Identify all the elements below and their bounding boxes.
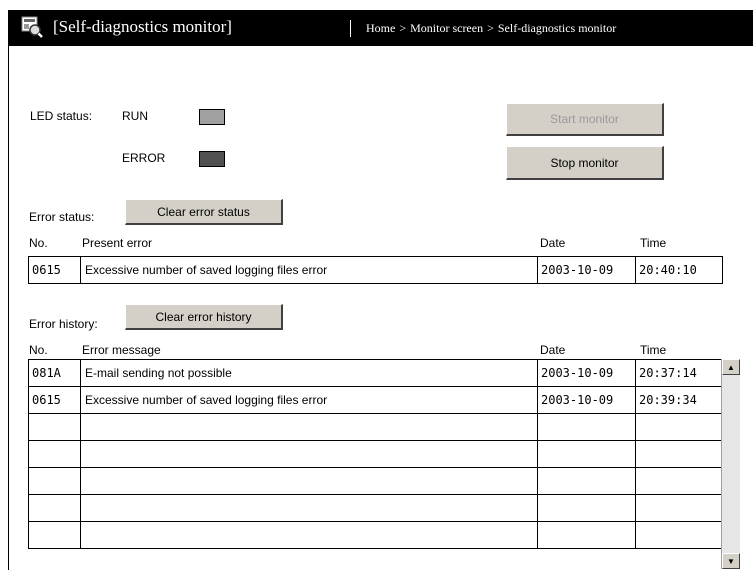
- history-time-cell: 20:37:14: [635, 359, 723, 387]
- table-row[interactable]: [28, 413, 723, 441]
- column-header-no: No.: [29, 343, 48, 357]
- history-date-cell: 2003-10-09: [537, 359, 636, 387]
- column-header-time: Time: [640, 343, 667, 357]
- history-date-cell: [537, 521, 636, 549]
- scroll-down-button[interactable]: ▼: [722, 553, 740, 569]
- title-divider: [350, 20, 351, 37]
- history-no-cell: [28, 440, 81, 468]
- error-history-label: Error history:: [29, 317, 98, 331]
- column-header-present-error: Present error: [82, 236, 153, 250]
- error-status-label: Error status:: [29, 210, 95, 224]
- led-error-indicator: [199, 151, 225, 167]
- title-bar: [Self-diagnostics monitor] Home > Monitor …: [8, 10, 753, 46]
- history-date-cell: [537, 440, 636, 468]
- history-time-cell: 20:39:34: [635, 386, 723, 414]
- history-date-cell: [537, 467, 636, 495]
- column-header-error-message: Error message: [82, 343, 161, 357]
- column-header-time: Time: [640, 236, 667, 250]
- column-header-no: No.: [29, 236, 48, 250]
- history-time-cell: [635, 521, 723, 549]
- history-no-cell: 0615: [28, 386, 81, 414]
- error-history-scrollbar[interactable]: ▲ ▼: [721, 359, 740, 569]
- page-title: [Self-diagnostics monitor]: [53, 17, 232, 36]
- history-date-cell: [537, 413, 636, 441]
- column-header-date: Date: [540, 343, 566, 357]
- history-date-cell: [537, 494, 636, 522]
- start-monitor-button[interactable]: Start monitor: [506, 103, 664, 136]
- breadcrumb: Home > Monitor screen > Self-diagnostics mon…: [366, 21, 616, 36]
- history-message-cell: [80, 413, 538, 441]
- led-error-label: ERROR: [122, 151, 166, 165]
- table-row[interactable]: [28, 521, 723, 549]
- table-row[interactable]: [28, 494, 723, 522]
- stop-monitor-button[interactable]: Stop monitor: [506, 146, 664, 180]
- history-message-cell: [80, 521, 538, 549]
- history-no-cell: [28, 413, 81, 441]
- table-row[interactable]: 0615 Excessive number of saved logging f…: [28, 386, 723, 414]
- history-no-cell: [28, 467, 81, 495]
- breadcrumb-separator: >: [399, 21, 407, 35]
- clear-error-status-button[interactable]: Clear error status: [125, 199, 283, 225]
- table-row[interactable]: [28, 467, 723, 495]
- column-header-date: Date: [540, 236, 566, 250]
- history-time-cell: [635, 440, 723, 468]
- history-no-cell: 081A: [28, 359, 81, 387]
- clear-error-history-button[interactable]: Clear error history: [125, 304, 283, 330]
- history-date-cell: 2003-10-09: [537, 386, 636, 414]
- error-time-cell: 20:40:10: [635, 256, 723, 284]
- frame-left-border: [8, 46, 9, 570]
- present-error-table: 0615 Excessive number of saved logging f…: [28, 256, 723, 284]
- led-run-indicator: [199, 109, 225, 125]
- table-row[interactable]: 081A E-mail sending not possible 2003-10…: [28, 359, 723, 387]
- arrow-down-icon: ▼: [727, 556, 735, 566]
- history-message-cell: [80, 494, 538, 522]
- monitor-search-icon: [21, 16, 43, 38]
- history-message-cell: Excessive number of saved logging files …: [80, 386, 538, 414]
- history-message-cell: E-mail sending not possible: [80, 359, 538, 387]
- history-no-cell: [28, 494, 81, 522]
- history-no-cell: [28, 521, 81, 549]
- scroll-up-button[interactable]: ▲: [722, 359, 740, 375]
- breadcrumb-separator: >: [487, 21, 494, 35]
- history-time-cell: [635, 413, 723, 441]
- history-message-cell: [80, 440, 538, 468]
- table-row[interactable]: 0615 Excessive number of saved logging f…: [28, 256, 723, 284]
- table-row[interactable]: [28, 440, 723, 468]
- breadcrumb-home[interactable]: Home: [366, 21, 395, 35]
- error-date-cell: 2003-10-09: [537, 256, 636, 284]
- breadcrumb-monitor-screen[interactable]: Monitor screen: [410, 21, 483, 35]
- breadcrumb-self-diagnostics: Self-diagnostics monitor: [497, 21, 617, 35]
- history-time-cell: [635, 494, 723, 522]
- led-status-label: LED status:: [30, 109, 93, 123]
- history-message-cell: [80, 467, 538, 495]
- error-message-cell: Excessive number of saved logging files …: [80, 256, 538, 284]
- error-no-cell: 0615: [28, 256, 81, 284]
- arrow-up-icon: ▲: [727, 362, 735, 372]
- history-time-cell: [635, 467, 723, 495]
- error-history-table: 081A E-mail sending not possible 2003-10…: [28, 359, 723, 549]
- led-run-label: RUN: [122, 109, 148, 123]
